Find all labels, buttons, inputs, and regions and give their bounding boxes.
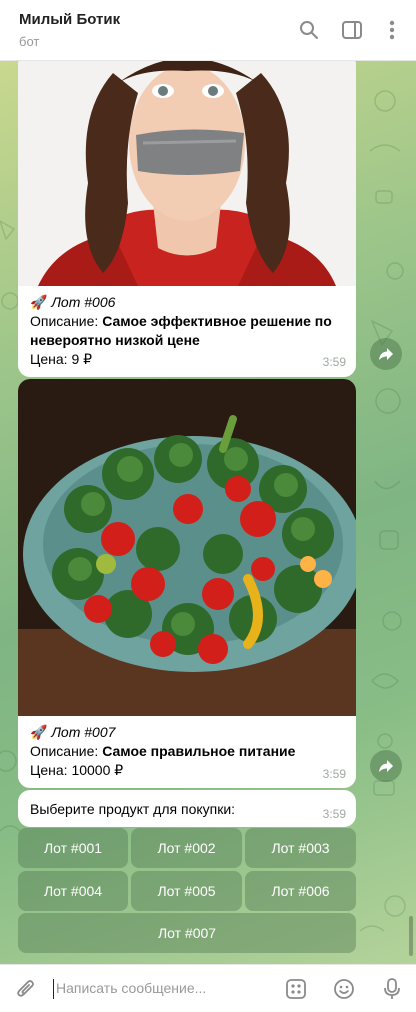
rocket-emoji: 🚀 [30,724,48,740]
description-prefix: Описание: [30,313,103,329]
message-time: 3:59 [322,355,346,369]
inline-button-lot-001[interactable]: Лот #001 [18,828,128,868]
share-icon[interactable] [370,338,402,370]
message-time: 3:59 [322,807,346,821]
emoji-icon[interactable] [332,977,356,1001]
message-time: 3:59 [322,767,346,781]
message-lot-006[interactable]: 🚀 Лот #006 Описание: Самое эффективное р… [18,61,356,377]
microphone-icon[interactable] [380,977,404,1001]
prompt-text: Выберите продукт для покупки: [30,801,236,817]
inline-button-lot-002[interactable]: Лот #002 [131,828,242,868]
message-photo-woman[interactable] [18,61,356,286]
message-composer: Написать сообщение... [0,964,416,1012]
description-prefix: Описание: [30,743,103,759]
inline-button-lot-005[interactable]: Лот #005 [131,871,242,911]
inline-button-lot-004[interactable]: Лот #004 [18,871,128,911]
inline-button-lot-007[interactable]: Лот #007 [18,913,356,953]
message-input[interactable]: Написать сообщение... [56,980,206,996]
price-text: Цена: 9 ₽ [30,351,93,367]
message-prompt[interactable]: Выберите продукт для покупки: 3:59 [18,790,356,827]
sidebar-toggle-icon[interactable] [340,18,364,42]
text-caret [53,979,54,999]
chat-subtitle: бот [19,34,40,49]
chat-scrollbar[interactable] [409,916,413,956]
lot-label: Лот #007 [51,724,116,740]
rocket-emoji: 🚀 [30,294,48,310]
message-lot-007[interactable]: 🚀 Лот #007 Описание: Самое правильное пи… [18,379,356,788]
bot-commands-icon[interactable] [284,977,308,1001]
description-text: Самое правильное питание [102,743,296,759]
attach-icon[interactable] [14,977,38,1001]
message-caption: 🚀 Лот #007 Описание: Самое правильное пи… [30,723,346,780]
message-photo-vegetables[interactable] [18,379,356,716]
chat-header: Милый Ботик бот [0,0,416,61]
inline-button-lot-003[interactable]: Лот #003 [245,828,356,868]
more-vert-icon[interactable] [380,18,404,42]
message-caption: 🚀 Лот #006 Описание: Самое эффективное р… [30,293,346,369]
chat-area[interactable]: 🚀 Лот #006 Описание: Самое эффективное р… [0,61,416,964]
lot-label: Лот #006 [51,294,116,310]
chat-title[interactable]: Милый Ботик [19,11,120,28]
search-icon[interactable] [297,18,321,42]
inline-button-lot-006[interactable]: Лот #006 [245,871,356,911]
price-text: Цена: 10000 ₽ [30,762,124,778]
share-icon[interactable] [370,750,402,782]
